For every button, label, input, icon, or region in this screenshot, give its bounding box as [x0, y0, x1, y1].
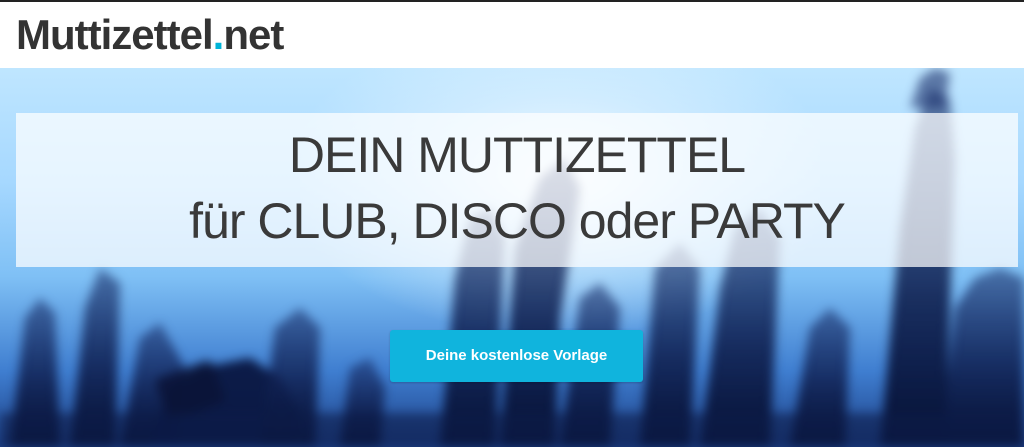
page: Muttizettel.net DEIN MUTTIZETTEL für CLU… [0, 0, 1024, 447]
hero-title-line-2: für CLUB, DISCO oder PARTY [189, 193, 846, 249]
logo-tld-text: net [223, 11, 284, 58]
logo-main-text: Muttizettel [16, 11, 214, 58]
hero-title-line-1: DEIN MUTTIZETTEL [288, 127, 746, 183]
logo-dot: . [212, 11, 225, 58]
hero-section: DEIN MUTTIZETTEL für CLUB, DISCO oder PA… [0, 68, 1024, 447]
site-logo[interactable]: Muttizettel.net [16, 10, 284, 60]
hero-title-panel: DEIN MUTTIZETTEL für CLUB, DISCO oder PA… [16, 113, 1018, 267]
site-header: Muttizettel.net [0, 0, 1024, 68]
free-template-button[interactable]: Deine kostenlose Vorlage [390, 330, 643, 382]
